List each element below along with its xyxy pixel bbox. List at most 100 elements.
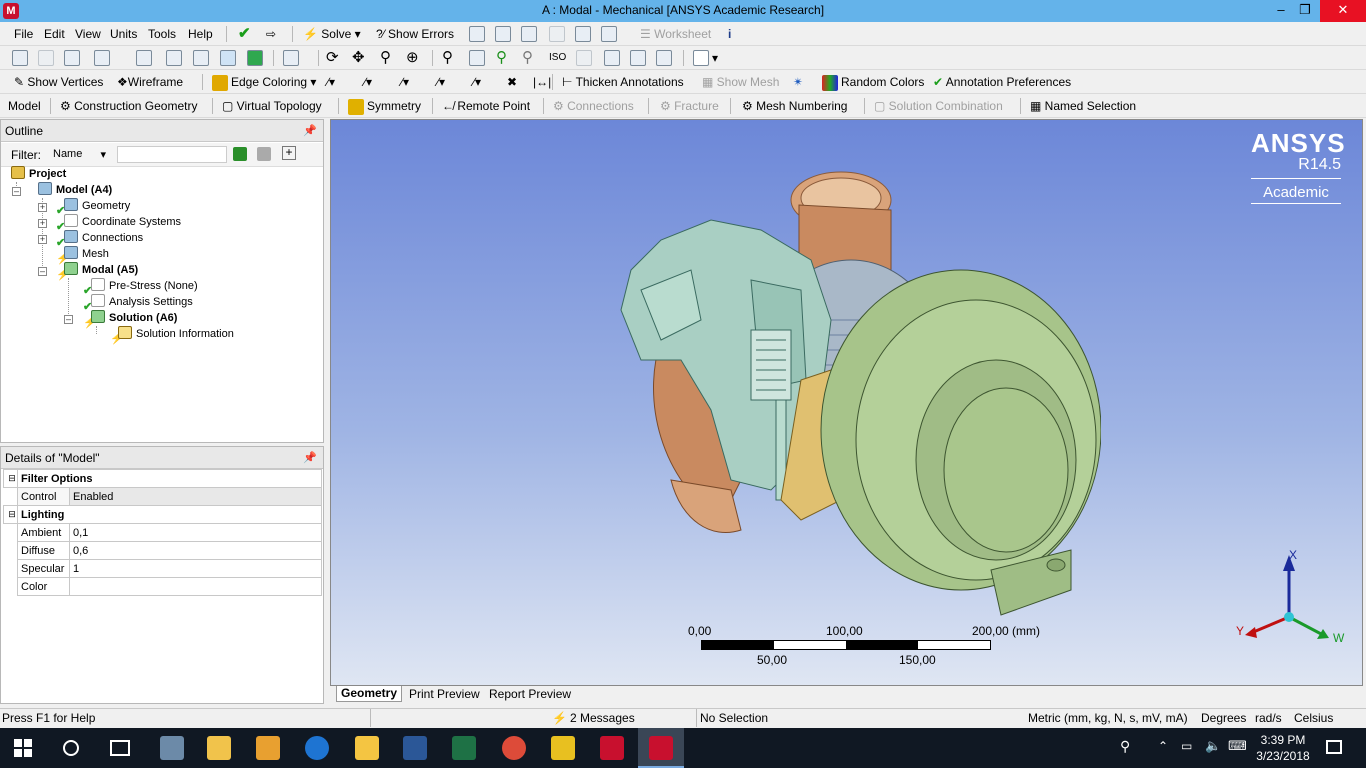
named-selection-button[interactable]: ▦ Named Selection xyxy=(1030,96,1136,116)
check-icon[interactable]: ✔ xyxy=(238,24,251,44)
extend-selection-icon[interactable] xyxy=(283,50,299,66)
symmetry-button[interactable]: Symmetry xyxy=(348,96,421,116)
remote-point-button[interactable]: ↚ Remote Point xyxy=(442,96,530,116)
tree-item-project[interactable]: Project xyxy=(11,166,66,182)
status-rate-units[interactable]: rad/s xyxy=(1255,711,1282,725)
power-icon[interactable]: ▭ xyxy=(1181,739,1192,753)
viewport-dropdown[interactable]: ▾ xyxy=(712,48,718,68)
start-icon[interactable] xyxy=(14,739,32,757)
tree-item-model[interactable]: Model (A4) xyxy=(38,182,112,198)
solution-combination-button[interactable]: ▢ Solution Combination xyxy=(874,96,1003,116)
mesh-numbering-button[interactable]: ⚙ Mesh Numbering xyxy=(742,96,847,116)
next-view-icon[interactable] xyxy=(604,50,620,66)
group-filter-options[interactable]: ⊟ Filter Options xyxy=(3,469,322,488)
menu-view[interactable]: View xyxy=(75,24,101,44)
group-lighting[interactable]: ⊟ Lighting xyxy=(3,505,322,524)
zoom-in-icon[interactable]: ⊕ xyxy=(406,48,419,68)
search-icon[interactable] xyxy=(63,740,79,756)
volume-icon[interactable]: 🔈 xyxy=(1205,738,1221,754)
edge-style-4-icon[interactable]: ∕▾ xyxy=(437,72,445,92)
expand-geometry-icon[interactable]: + xyxy=(38,203,47,212)
graphics-viewport[interactable]: ANSYS R14.5 Academic 0,00 100,00 200,00 … xyxy=(330,119,1363,686)
chevron-up-icon[interactable]: ⌃ xyxy=(1158,739,1168,753)
print-icon[interactable] xyxy=(630,50,646,66)
comment-icon[interactable] xyxy=(549,26,565,42)
details-row[interactable]: Color xyxy=(4,577,322,596)
previous-view-icon[interactable] xyxy=(576,50,592,66)
annotation-preferences-button[interactable]: ✔ Annotation Preferences xyxy=(933,72,1071,92)
image-icon[interactable] xyxy=(601,26,617,42)
cursor-mode-icon[interactable] xyxy=(136,50,152,66)
excel-icon[interactable] xyxy=(452,736,476,760)
chart-icon[interactable] xyxy=(521,26,537,42)
store-icon[interactable] xyxy=(207,736,231,760)
select-body-icon[interactable] xyxy=(247,50,263,66)
menu-file[interactable]: File xyxy=(14,24,33,44)
select-vertex-icon[interactable] xyxy=(166,50,182,66)
media-player-icon[interactable] xyxy=(256,736,280,760)
tab-print-preview[interactable]: Print Preview xyxy=(406,687,483,701)
messages-icon[interactable]: ⚡ xyxy=(552,711,567,725)
edge-style-5-icon[interactable]: ∕▾ xyxy=(473,72,481,92)
fracture-button[interactable]: ⚙ Fracture xyxy=(660,96,719,116)
tree-item-modal[interactable]: Modal (A5) xyxy=(64,262,138,278)
workbench-icon[interactable] xyxy=(551,736,575,760)
task-view-icon[interactable] xyxy=(110,740,130,756)
tab-report-preview[interactable]: Report Preview xyxy=(486,687,574,701)
expand-coordinate-systems-icon[interactable]: + xyxy=(38,219,47,228)
expand-all-icon[interactable]: + xyxy=(282,146,296,160)
select-coordinates-icon[interactable] xyxy=(64,50,80,66)
explode-icon[interactable]: ✴ xyxy=(793,72,803,92)
show-errors-button[interactable]: ?⁄ Show Errors xyxy=(376,24,454,44)
keyboard-icon[interactable]: ⌨ xyxy=(1228,738,1247,754)
viewport-layout-icon[interactable] xyxy=(693,50,709,66)
select-edges-icon[interactable] xyxy=(38,50,54,66)
details-row[interactable]: Diffuse 0,6 xyxy=(4,541,322,560)
collapse-model-icon[interactable]: – xyxy=(12,187,21,196)
zoom-box-icon[interactable]: ⚲ xyxy=(442,48,453,68)
tab-geometry[interactable]: Geometry xyxy=(336,686,403,702)
tree-item-geometry[interactable]: Geometry xyxy=(64,198,130,214)
magnifier-icon[interactable]: ⚲ xyxy=(522,48,533,68)
edge-style-3-icon[interactable]: ∕▾ xyxy=(401,72,409,92)
tree-item-analysis-settings[interactable]: Analysis Settings xyxy=(91,294,193,310)
mechanical-taskbar-button[interactable] xyxy=(638,728,684,768)
menu-tools[interactable]: Tools xyxy=(148,24,176,44)
iso-view-icon[interactable]: ISO xyxy=(549,48,566,68)
random-colors-button[interactable]: Random Colors xyxy=(822,72,924,92)
details-row[interactable]: Specular 1 xyxy=(4,559,322,578)
edge-style-2-icon[interactable]: ∕▾ xyxy=(364,72,372,92)
select-face-icon[interactable] xyxy=(220,50,236,66)
status-angle-units[interactable]: Degrees xyxy=(1201,711,1246,725)
wireframe-button[interactable]: ❖Wireframe xyxy=(117,72,183,92)
solve-button[interactable]: ⚡ Solve ▾ xyxy=(303,24,361,44)
virtual-topology-button[interactable]: ▢ Virtual Topology xyxy=(222,96,322,116)
filter-select[interactable]: Name ▾ xyxy=(49,146,109,163)
probe-icon[interactable] xyxy=(469,26,485,42)
menu-units[interactable]: Units xyxy=(110,24,137,44)
status-units[interactable]: Metric (mm, kg, N, s, mV, mA) xyxy=(1028,711,1188,725)
select-mode-icon[interactable] xyxy=(94,50,110,66)
details-pin-icon[interactable]: 📌 xyxy=(303,447,317,469)
tree-item-solution-information[interactable]: Solution Information xyxy=(118,326,234,342)
edge-style-7-icon[interactable]: |↔| xyxy=(533,72,551,92)
box-zoom-icon[interactable] xyxy=(469,50,485,66)
info-icon[interactable]: i xyxy=(728,24,731,44)
collapse-solution-icon[interactable]: – xyxy=(64,315,73,324)
label-icon[interactable] xyxy=(495,26,511,42)
edge-browser-icon[interactable] xyxy=(305,736,329,760)
text-icon[interactable] xyxy=(575,26,591,42)
tag-icon[interactable] xyxy=(656,50,672,66)
people-icon[interactable]: ⚲ xyxy=(1120,738,1130,755)
zoom-icon[interactable]: ⚲ xyxy=(380,48,391,68)
select-points-icon[interactable] xyxy=(12,50,28,66)
network-app-icon[interactable] xyxy=(160,736,184,760)
details-row[interactable]: Ambient 0,1 xyxy=(4,523,322,542)
pan-arrow-icon[interactable]: ⇨ xyxy=(266,24,276,44)
tree-item-mesh[interactable]: Mesh xyxy=(64,246,109,262)
filter-input[interactable] xyxy=(117,146,227,163)
zoom-fit-icon[interactable]: ⚲ xyxy=(496,48,507,68)
status-messages[interactable]: 2 Messages xyxy=(570,711,635,725)
show-vertices-button[interactable]: ✎ Show Vertices xyxy=(14,72,103,92)
clock-time[interactable]: 3:39 PM xyxy=(1252,733,1314,747)
